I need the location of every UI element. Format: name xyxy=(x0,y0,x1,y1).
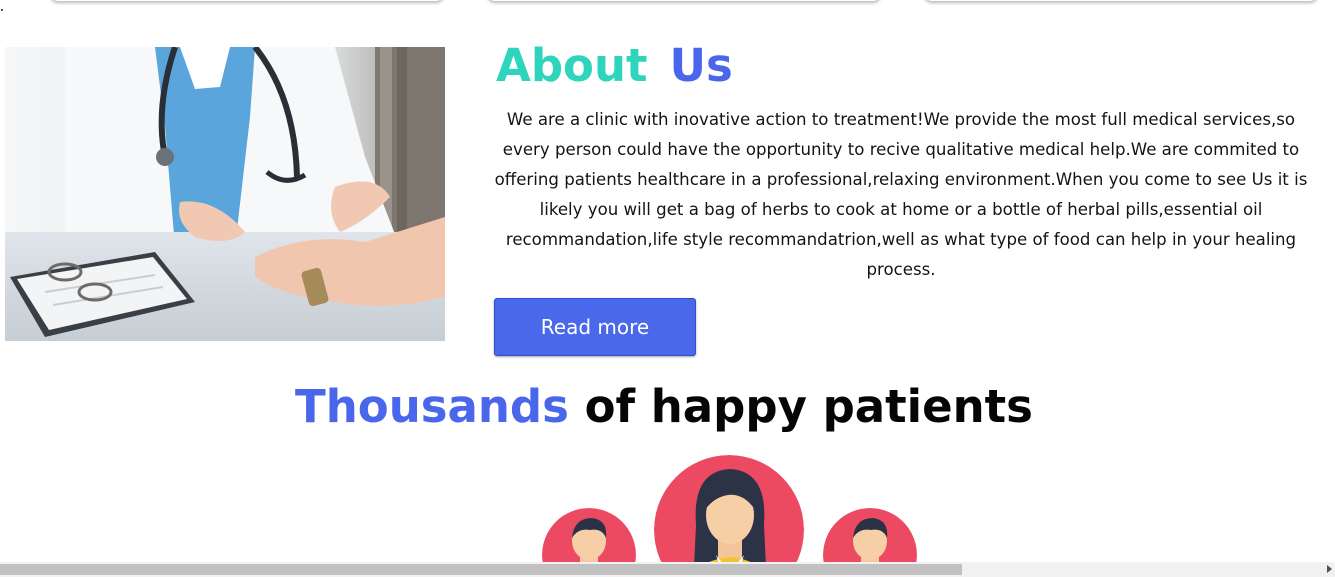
scroll-right-arrow-icon[interactable] xyxy=(1327,565,1332,573)
service-card-1 xyxy=(50,0,444,1)
service-card-2 xyxy=(487,0,881,1)
read-more-button[interactable]: Read more xyxy=(494,298,696,356)
about-paragraph: We are a clinic with inovative action to… xyxy=(494,110,1308,279)
testimonials-title-rest: of happy patients xyxy=(584,380,1033,433)
doctor-consultation-image xyxy=(5,47,445,341)
scrollbar-thumb[interactable] xyxy=(0,564,962,575)
about-title-word-2: Us xyxy=(669,39,733,92)
horizontal-scrollbar[interactable] xyxy=(0,562,1335,577)
about-title: About Us xyxy=(496,38,733,94)
testimonials-title-highlight: Thousands xyxy=(295,380,569,433)
stray-dot xyxy=(1,9,3,11)
female-avatar-icon xyxy=(654,455,804,577)
about-title-word-1: About xyxy=(496,39,648,92)
patient-avatars xyxy=(0,440,1335,577)
service-card-3 xyxy=(924,0,1318,1)
testimonials-title: Thousands of happy patients xyxy=(0,377,1328,437)
